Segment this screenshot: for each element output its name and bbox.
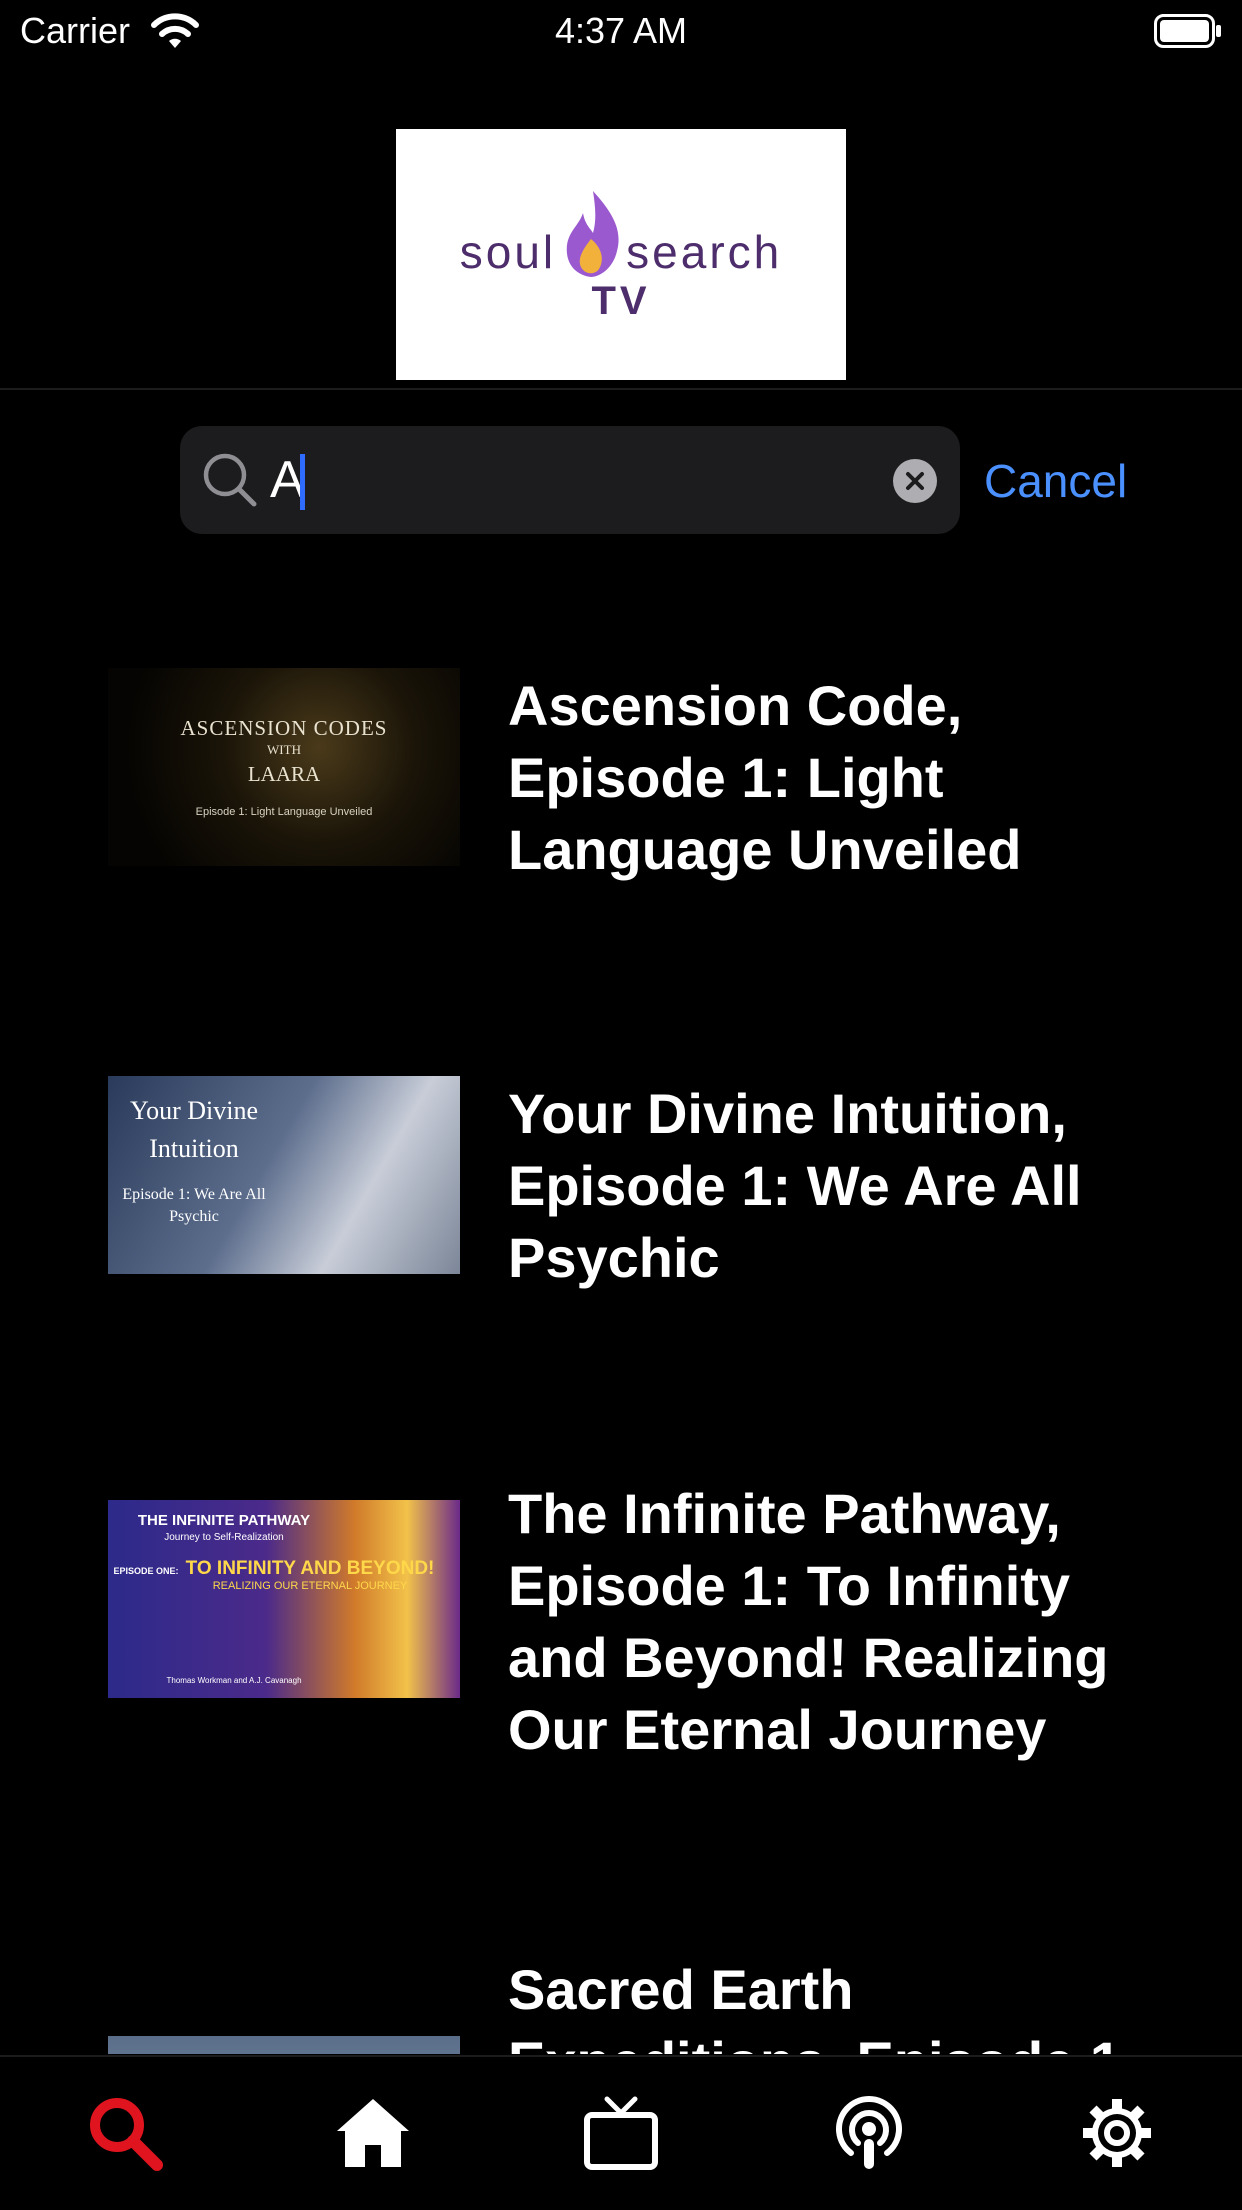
- flame-icon: [566, 191, 619, 277]
- result-item-3[interactable]: THE INFINITE PATHWAY Journey to Self-Rea…: [0, 1436, 1242, 1896]
- result-thumbnail: THE INFINITE PATHWAY Journey to Self-Rea…: [108, 1500, 460, 1698]
- app-logo: soul search TV: [396, 129, 846, 380]
- search-icon: [203, 453, 257, 507]
- result-thumbnail: [108, 2036, 460, 2054]
- tab-tv-icon[interactable]: [581, 2093, 661, 2173]
- result-thumbnail: ASCENSION CODES WITH LAARA Episode 1: Li…: [108, 668, 460, 866]
- tab-podcast-icon[interactable]: [829, 2093, 909, 2173]
- tab-bar: [0, 2055, 1242, 2210]
- result-item-4[interactable]: Sacred Earth Expeditions, Episode 1: [0, 1904, 1242, 2054]
- result-title[interactable]: Ascension Code, Episode 1: Light Languag…: [508, 670, 1148, 886]
- result-title[interactable]: The Infinite Pathway, Episode 1: To Infi…: [508, 1478, 1148, 1766]
- result-item-2[interactable]: Your Divine Intuition Episode 1: We Are …: [0, 1028, 1242, 1428]
- result-title[interactable]: Sacred Earth Expeditions, Episode 1: [508, 1954, 1148, 2054]
- status-time: 4:37 AM: [554, 10, 688, 51]
- battery-icon: [1154, 14, 1221, 48]
- logo-tv: TV: [591, 279, 651, 323]
- cancel-button[interactable]: Cancel: [984, 452, 1127, 510]
- clear-icon: [906, 472, 924, 490]
- result-item-1[interactable]: ASCENSION CODES WITH LAARA Episode 1: Li…: [0, 620, 1242, 1020]
- tab-search-icon[interactable]: [85, 2093, 165, 2173]
- results-list: ASCENSION CODES WITH LAARA Episode 1: Li…: [0, 620, 1242, 2054]
- tab-settings-gear-icon[interactable]: [1077, 2093, 1157, 2173]
- tab-home-icon[interactable]: [333, 2093, 413, 2173]
- header-divider: [0, 388, 1242, 390]
- text-caret: [300, 454, 305, 510]
- result-thumbnail: Your Divine Intuition Episode 1: We Are …: [108, 1076, 460, 1274]
- result-title[interactable]: Your Divine Intuition, Episode 1: We Are…: [508, 1078, 1148, 1294]
- clear-search-button[interactable]: [893, 459, 937, 503]
